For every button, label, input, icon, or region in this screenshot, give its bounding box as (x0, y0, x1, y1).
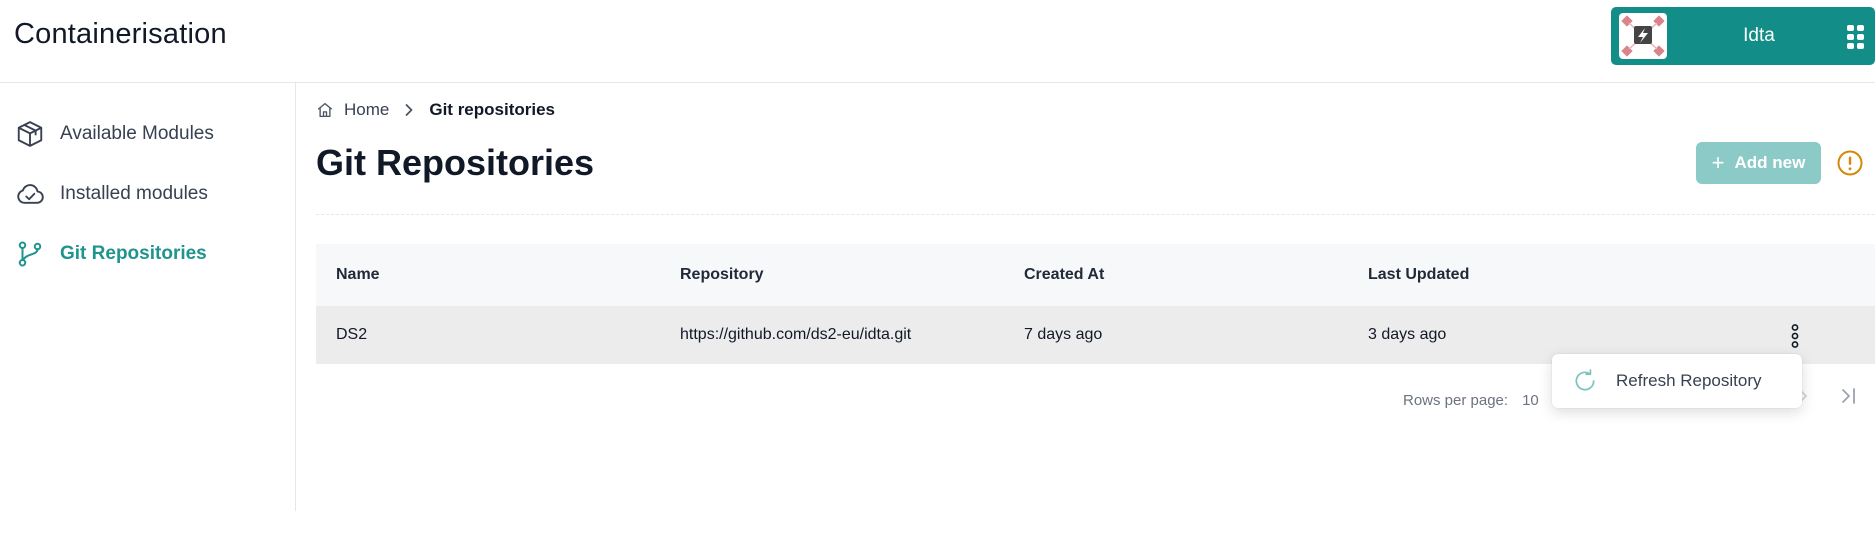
sidebar-item-installed-modules[interactable]: Installed modules (14, 174, 208, 214)
column-header-name: Name (336, 266, 380, 283)
sidebar-item-label: Git Repositories (60, 243, 207, 264)
breadcrumb-home[interactable]: Home (316, 100, 389, 120)
add-new-button[interactable]: + Add new (1696, 142, 1821, 184)
last-page-icon[interactable] (1838, 385, 1860, 407)
divider (316, 214, 1875, 215)
rows-per-page-value: 10 (1522, 391, 1539, 409)
sidebar-item-git-repositories[interactable]: Git Repositories (14, 234, 207, 274)
user-avatar (1619, 13, 1667, 59)
plus-icon: + (1711, 150, 1725, 175)
add-new-label: Add new (1734, 153, 1806, 172)
cell-last-updated: 3 days ago (1368, 326, 1447, 343)
more-vertical-icon[interactable] (1782, 323, 1808, 349)
alert-circle-icon[interactable] (1837, 150, 1863, 176)
sidebar: Available Modules Installed modules Git … (0, 83, 296, 511)
breadcrumb: Home Git repositories (316, 98, 555, 122)
cloud-check-icon (14, 178, 46, 210)
sidebar-item-label: Available Modules (60, 123, 214, 144)
sidebar-item-label: Installed modules (60, 183, 208, 204)
breadcrumb-home-label: Home (344, 100, 390, 119)
column-header-created-at: Created At (1024, 266, 1105, 283)
menu-item-label: Refresh Repository (1616, 371, 1762, 390)
sidebar-item-available-modules[interactable]: Available Modules (14, 114, 214, 154)
column-header-repository: Repository (680, 266, 764, 283)
apps-grid-icon[interactable] (1847, 25, 1865, 49)
menu-item-refresh-repository[interactable]: Refresh Repository (1552, 354, 1802, 408)
rows-per-page-select[interactable]: 10 (1522, 392, 1539, 409)
column-header-last-updated: Last Updated (1368, 266, 1470, 283)
cell-repository: https://github.com/ds2-eu/idta.git (680, 326, 912, 343)
repositories-table: Name Repository Created At Last Updated … (316, 244, 1875, 364)
table-header: Name Repository Created At Last Updated (316, 244, 1875, 306)
logo-icon (1621, 15, 1665, 57)
page-title: Git Repositories (316, 142, 595, 183)
cell-created-at: 7 days ago (1024, 326, 1103, 343)
user-name: Idta (1743, 25, 1775, 46)
box-icon (14, 118, 46, 150)
breadcrumb-current: Git repositories (429, 100, 555, 119)
home-icon (317, 102, 333, 118)
rows-per-page-label: Rows per page: (1403, 391, 1509, 409)
pagination: Rows per page: 10 (1403, 388, 1539, 412)
user-menu[interactable]: Idta (1611, 7, 1875, 65)
top-bar: Containerisation Idta (0, 0, 1875, 83)
git-branch-icon (14, 238, 46, 270)
refresh-icon (1575, 369, 1595, 391)
chevron-right-icon (403, 103, 415, 117)
app-title: Containerisation (14, 18, 227, 50)
cell-name: DS2 (336, 326, 368, 343)
row-actions-menu: Refresh Repository (1552, 354, 1802, 408)
